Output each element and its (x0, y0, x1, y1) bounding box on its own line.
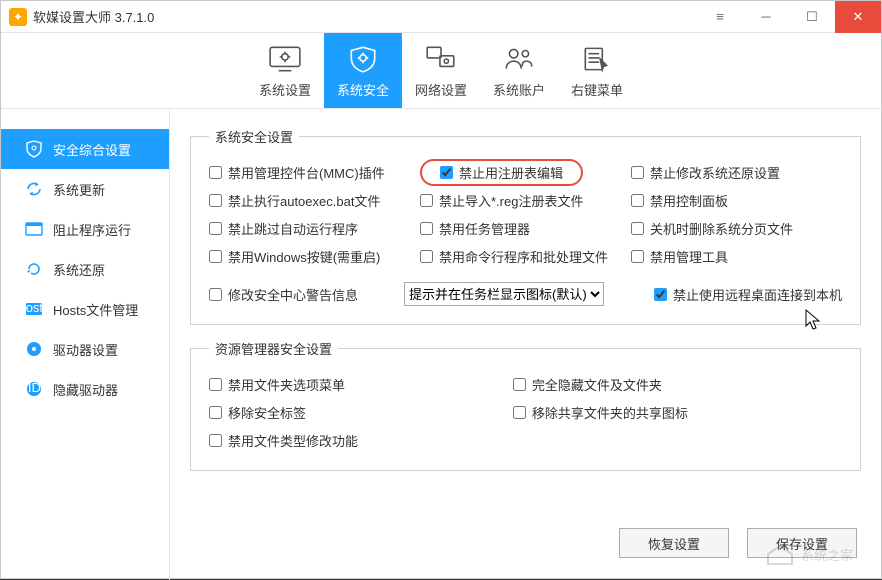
checkbox-filetype[interactable] (209, 434, 222, 447)
checkbox-restore-mod[interactable] (631, 166, 644, 179)
sidebar-item-hide-drives[interactable]: HIDE 隐藏驱动器 (1, 369, 169, 409)
users-icon (502, 44, 536, 74)
sidebar-item-label: 系统还原 (53, 260, 105, 279)
opt-share-icon[interactable]: 移除共享文件夹的共享图标 (513, 403, 688, 422)
checkbox-sec-tab[interactable] (209, 406, 222, 419)
sidebar-item-system-update[interactable]: 系统更新 (1, 169, 169, 209)
checkbox-ctrlpanel[interactable] (631, 194, 644, 207)
opt-disable-autorun[interactable]: 禁止跳过自动运行程序 (209, 219, 358, 238)
checkbox-share-icon[interactable] (513, 406, 526, 419)
sidebar-item-label: 驱动器设置 (53, 340, 118, 359)
main-panel: 系统安全设置 禁用管理控件台(MMC)插件 禁止用注册表编辑 禁止修改系统还原设… (170, 109, 881, 580)
sidebar-item-security-overview[interactable]: 安全综合设置 (1, 129, 169, 169)
group-system-security: 系统安全设置 禁用管理控件台(MMC)插件 禁止用注册表编辑 禁止修改系统还原设… (190, 127, 861, 325)
checkbox-del-pagefile[interactable] (631, 222, 644, 235)
network-gear-icon (424, 44, 458, 74)
opt-disable-restore-mod[interactable]: 禁止修改系统还原设置 (631, 163, 780, 182)
opt-disable-admintools[interactable]: 禁用管理工具 (631, 247, 728, 266)
main-window: ✦ 软媒设置大师 3.7.1.0 ≡ ─ ☐ ✕ 系统设置 系统安全 网络设置 … (0, 0, 882, 579)
sidebar-item-label: 系统更新 (53, 180, 105, 199)
opt-disable-regedit[interactable]: 禁止用注册表编辑 (440, 163, 563, 182)
sidebar-item-system-restore[interactable]: 系统还原 (1, 249, 169, 289)
opt-disable-import-reg[interactable]: 禁止导入*.reg注册表文件 (420, 191, 583, 210)
restore-icon (25, 260, 43, 278)
refresh-icon (25, 180, 43, 198)
shield-gear-icon (346, 44, 380, 74)
top-tabs: 系统设置 系统安全 网络设置 系统账户 右键菜单 (1, 33, 881, 109)
minimize-button[interactable]: ─ (743, 1, 789, 33)
tab-system-security[interactable]: 系统安全 (324, 33, 402, 108)
opt-disable-autoexec[interactable]: 禁止执行autoexec.bat文件 (209, 191, 380, 210)
opt-hide-files[interactable]: 完全隐藏文件及文件夹 (513, 375, 662, 394)
sidebar-item-label: Hosts文件管理 (53, 300, 138, 319)
checkbox-remote-desktop[interactable] (654, 288, 667, 301)
tab-system-account[interactable]: 系统账户 (480, 33, 558, 108)
highlighted-option: 禁止用注册表编辑 (420, 159, 583, 186)
menu-button[interactable]: ≡ (697, 1, 743, 33)
tab-label: 系统账户 (493, 80, 545, 99)
sidebar-item-hosts[interactable]: hosts Hosts文件管理 (1, 289, 169, 329)
monitor-gear-icon (268, 44, 302, 74)
window-block-icon (25, 220, 43, 238)
menu-cursor-icon (580, 44, 614, 74)
sidebar: 安全综合设置 系统更新 阻止程序运行 系统还原 hosts Hosts文件管理 … (1, 109, 170, 580)
opt-disable-remote-desktop[interactable]: 禁止使用远程桌面连接到本机 (654, 285, 842, 304)
hide-drive-icon: HIDE (25, 380, 43, 398)
svg-text:HIDE: HIDE (25, 380, 43, 395)
opt-sec-center[interactable]: 修改安全中心警告信息 (209, 285, 358, 304)
checkbox-autoexec[interactable] (209, 194, 222, 207)
checkbox-sec-center[interactable] (209, 288, 222, 301)
titlebar: ✦ 软媒设置大师 3.7.1.0 ≡ ─ ☐ ✕ (1, 1, 881, 33)
opt-sec-tab[interactable]: 移除安全标签 (209, 403, 306, 422)
hosts-icon: hosts (25, 300, 43, 318)
opt-disable-winkey[interactable]: 禁用Windows按键(需重启) (209, 247, 380, 266)
opt-folder-opts[interactable]: 禁用文件夹选项菜单 (209, 375, 345, 394)
opt-filetype[interactable]: 禁用文件类型修改功能 (209, 431, 358, 450)
tab-context-menu[interactable]: 右键菜单 (558, 33, 636, 108)
checkbox-hide-files[interactable] (513, 378, 526, 391)
checkbox-regedit[interactable] (440, 166, 453, 179)
sidebar-item-label: 阻止程序运行 (53, 220, 131, 239)
app-logo-icon: ✦ (9, 8, 27, 26)
group-explorer-security: 资源管理器安全设置 禁用文件夹选项菜单 完全隐藏文件及文件夹 移除安全标签 移除… (190, 339, 861, 471)
restore-button[interactable]: 恢复设置 (619, 528, 729, 558)
tab-label: 网络设置 (415, 80, 467, 99)
shield-icon (25, 140, 43, 158)
sidebar-item-label: 隐藏驱动器 (53, 380, 118, 399)
checkbox-cmd-batch[interactable] (420, 250, 433, 263)
checkbox-admintools[interactable] (631, 250, 644, 263)
close-button[interactable]: ✕ (835, 1, 881, 33)
checkbox-winkey[interactable] (209, 250, 222, 263)
opt-disable-cmd-batch[interactable]: 禁用命令行程序和批处理文件 (420, 247, 608, 266)
tab-label: 系统安全 (337, 80, 389, 99)
window-controls: ≡ ─ ☐ ✕ (697, 1, 881, 33)
sec-center-select[interactable]: 提示并在任务栏显示图标(默认) (404, 282, 604, 306)
sidebar-item-label: 安全综合设置 (53, 140, 131, 159)
opt-disable-mmc[interactable]: 禁用管理控件台(MMC)插件 (209, 163, 385, 182)
checkbox-taskmgr[interactable] (420, 222, 433, 235)
disc-icon (25, 340, 43, 358)
checkbox-autorun[interactable] (209, 222, 222, 235)
checkbox-mmc[interactable] (209, 166, 222, 179)
sidebar-item-drive-settings[interactable]: 驱动器设置 (1, 329, 169, 369)
opt-disable-ctrlpanel[interactable]: 禁用控制面板 (631, 191, 728, 210)
tab-label: 右键菜单 (571, 80, 623, 99)
group-legend: 资源管理器安全设置 (209, 339, 338, 358)
save-button[interactable]: 保存设置 (747, 528, 857, 558)
tab-label: 系统设置 (259, 80, 311, 99)
group-legend: 系统安全设置 (209, 127, 299, 146)
opt-del-pagefile[interactable]: 关机时删除系统分页文件 (631, 219, 793, 238)
opt-disable-taskmgr[interactable]: 禁用任务管理器 (420, 219, 530, 238)
maximize-button[interactable]: ☐ (789, 1, 835, 33)
footer-buttons: 恢复设置 保存设置 (619, 528, 857, 558)
tab-network-settings[interactable]: 网络设置 (402, 33, 480, 108)
sidebar-item-block-run[interactable]: 阻止程序运行 (1, 209, 169, 249)
checkbox-import-reg[interactable] (420, 194, 433, 207)
tab-system-settings[interactable]: 系统设置 (246, 33, 324, 108)
svg-text:hosts: hosts (25, 300, 43, 315)
window-title: 软媒设置大师 3.7.1.0 (33, 7, 154, 26)
checkbox-folder-opts[interactable] (209, 378, 222, 391)
